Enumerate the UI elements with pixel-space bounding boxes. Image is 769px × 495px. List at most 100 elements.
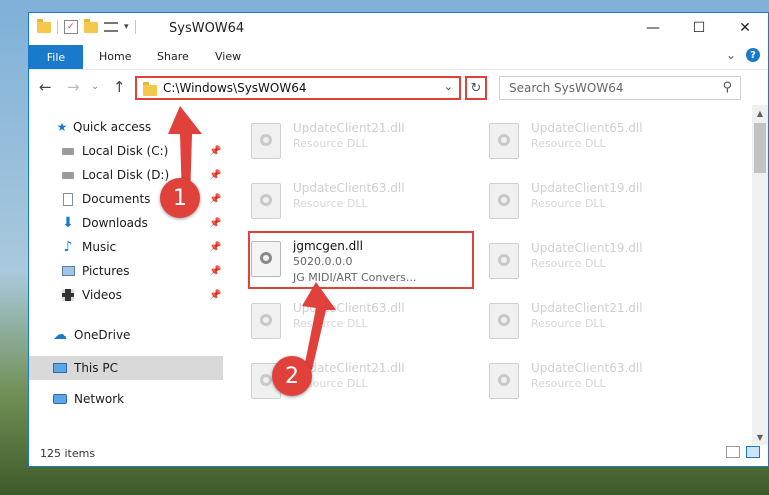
file-description: Resource DLL [531, 257, 606, 270]
download-icon: ⬇ [62, 215, 74, 231]
sidebar-item-label: Documents [82, 192, 151, 206]
sidebar-item-pictures[interactable]: Pictures 📌 [29, 259, 223, 283]
back-button[interactable]: ← [39, 78, 52, 96]
sidebar-item-label: Local Disk (C:) [82, 144, 169, 158]
file-name: UpdateClient19.dll [531, 241, 643, 255]
pin-icon[interactable]: 📌 [209, 218, 221, 229]
details-view-button[interactable] [726, 446, 740, 458]
tab-view[interactable]: View [215, 50, 241, 63]
sidebar-item-onedrive[interactable]: ☁ OneDrive [29, 323, 223, 347]
window-title: SysWOW64 [169, 21, 245, 36]
address-bar[interactable]: C:\Windows\SysWOW64 ⌄ [135, 76, 461, 100]
file-item[interactable]: UpdateClient63.dll Resource DLL [247, 175, 477, 225]
dll-file-icon [489, 303, 519, 339]
sidebar-item-label: Videos [82, 288, 122, 302]
file-name: UpdateClient63.dll [293, 181, 405, 195]
sidebar-item-music[interactable]: ♪ Music 📌 [29, 235, 223, 259]
maximize-button[interactable]: ☐ [676, 13, 722, 43]
folder-icon [37, 18, 51, 33]
cloud-icon: ☁ [53, 327, 67, 343]
file-description: Resource DLL [531, 317, 606, 330]
ribbon-collapse-icon[interactable]: ⌄ [726, 48, 736, 62]
customize-view-icon[interactable] [104, 22, 118, 32]
recent-locations-button[interactable]: ⌄ [91, 81, 99, 92]
network-icon [53, 392, 67, 406]
new-folder-icon[interactable] [84, 18, 98, 33]
dll-file-icon [489, 183, 519, 219]
file-item[interactable]: UpdateClient19.dll Resource DLL [485, 175, 715, 225]
file-name: UpdateClient21.dll [293, 121, 405, 135]
dll-file-icon [489, 123, 519, 159]
sidebar-item-label: Music [82, 240, 117, 254]
address-path[interactable]: C:\Windows\SysWOW64 [163, 81, 307, 95]
pin-icon[interactable]: 📌 [209, 266, 221, 277]
file-item[interactable]: UpdateClient65.dll Resource DLL [485, 115, 715, 165]
forward-button[interactable]: → [67, 78, 80, 96]
drive-icon [61, 144, 75, 158]
dll-file-icon [489, 243, 519, 279]
title-bar: ✓ ▾ SysWOW64 — ☐ ✕ [29, 13, 768, 45]
pin-icon[interactable]: 📌 [209, 290, 221, 301]
sidebar-item-label: Quick access [73, 120, 152, 134]
step-2-badge: 2 [272, 356, 312, 396]
minimize-button[interactable]: — [630, 13, 676, 43]
file-item[interactable]: UpdateClient21.dll Resource DLL [247, 115, 477, 165]
address-dropdown-icon[interactable]: ⌄ [444, 80, 453, 93]
file-description: Resource DLL [293, 137, 368, 150]
videos-icon [61, 288, 75, 302]
file-description: Resource DLL [531, 197, 606, 210]
drive-icon [61, 168, 75, 182]
file-highlight-box [248, 231, 474, 289]
sidebar-item-network[interactable]: Network [29, 387, 223, 411]
vertical-scrollbar[interactable]: ▲ ▼ [752, 105, 768, 445]
refresh-button[interactable]: ↻ [465, 76, 487, 100]
file-name: UpdateClient63.dll [531, 361, 643, 375]
tab-share[interactable]: Share [157, 50, 189, 63]
star-icon: ★ [56, 120, 68, 134]
tab-home[interactable]: Home [99, 50, 131, 63]
file-name: UpdateClient65.dll [531, 121, 643, 135]
dll-file-icon [251, 123, 281, 159]
file-item[interactable]: UpdateClient63.dll Resource DLL [485, 355, 715, 405]
sidebar-item-label: Downloads [82, 216, 148, 230]
file-name: UpdateClient19.dll [531, 181, 643, 195]
qat-dropdown-icon[interactable]: ▾ [124, 22, 129, 32]
pin-icon[interactable]: 📌 [209, 242, 221, 253]
search-box[interactable]: Search SysWOW64 ⚲ [499, 76, 741, 100]
sidebar-item-this-pc[interactable]: This PC [29, 356, 223, 380]
dll-file-icon [251, 183, 281, 219]
navigation-bar: ← → ⌄ ↑ C:\Windows\SysWOW64 ⌄ ↻ Search S… [29, 69, 768, 106]
file-description: Resource DLL [531, 377, 606, 390]
computer-icon [53, 361, 67, 375]
sidebar-item-label: This PC [74, 361, 118, 375]
file-item[interactable]: UpdateClient19.dll Resource DLL [485, 235, 715, 285]
large-icons-view-button[interactable] [746, 446, 760, 458]
sidebar-item-downloads[interactable]: ⬇ Downloads 📌 [29, 211, 223, 235]
sidebar-item-videos[interactable]: Videos 📌 [29, 283, 223, 307]
search-icon[interactable]: ⚲ [722, 80, 732, 95]
tab-file[interactable]: File [29, 45, 83, 69]
search-input[interactable]: Search SysWOW64 [509, 81, 623, 95]
file-item[interactable]: UpdateClient21.dll Resource DLL [485, 295, 715, 345]
explorer-window: ✓ ▾ SysWOW64 — ☐ ✕ File Home Share View … [28, 12, 769, 467]
help-icon[interactable]: ? [746, 48, 760, 62]
file-description: Resource DLL [531, 137, 606, 150]
step-1-badge: 1 [160, 178, 200, 218]
pictures-icon [61, 264, 75, 278]
up-button[interactable]: ↑ [113, 78, 126, 96]
properties-icon[interactable]: ✓ [64, 20, 78, 34]
documents-icon [61, 192, 75, 206]
item-count: 125 items [40, 447, 96, 460]
file-item[interactable]: UpdateClient63.dll Resource DLL [247, 295, 477, 345]
scroll-thumb[interactable] [754, 123, 766, 173]
file-name: UpdateClient21.dll [531, 301, 643, 315]
sidebar-item-label: Local Disk (D:) [82, 168, 170, 182]
quick-access-toolbar: ✓ ▾ [37, 18, 136, 34]
sidebar-item-label: Network [74, 392, 125, 406]
dll-file-icon [489, 363, 519, 399]
sidebar-item-label: Pictures [82, 264, 130, 278]
close-button[interactable]: ✕ [722, 13, 768, 43]
file-description: Resource DLL [293, 197, 368, 210]
ribbon-tabs: File Home Share View ⌄ ? [29, 45, 768, 69]
scroll-up-icon[interactable]: ▲ [752, 105, 768, 121]
